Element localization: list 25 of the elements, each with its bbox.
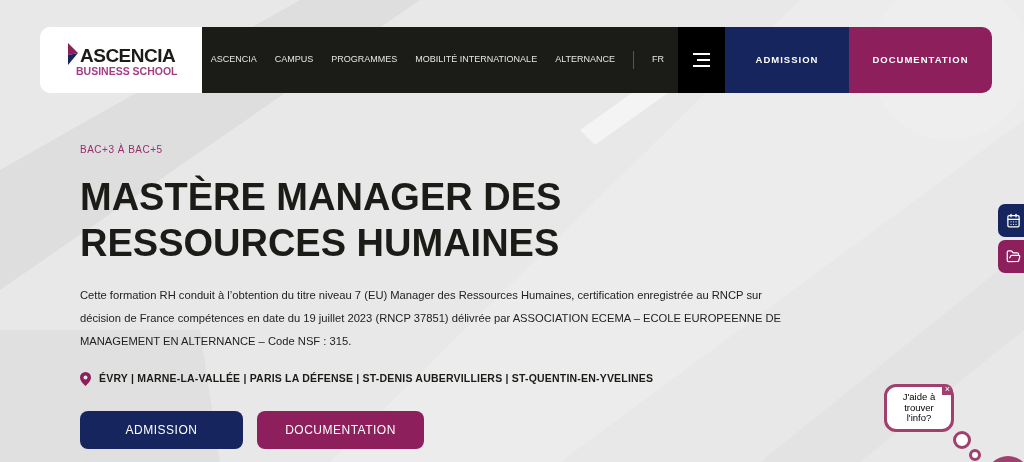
close-button[interactable]: × <box>942 384 953 395</box>
nav-link[interactable]: ASCENCIA <box>210 53 257 67</box>
nav-link[interactable]: PROGRAMMES <box>331 53 398 67</box>
page-title: MASTÈRE MANAGER DES <box>80 174 562 220</box>
description: Cette formation RH conduit à l’obtention du titre niveau 7 (EU) Manager des Ressources Humaines, certification enregistrée au RNCP sur décision de France compétences en date du 19 juillet 2023 (RNCP 37851) délivrée par ASSOCIATION ECEMA – ECOLE EUROPEENNE DE MANAGEMENT EN ALTERNANCE – Code NSF : 315. <box>80 288 782 349</box>
cta-button[interactable]: ADMISSION <box>80 410 243 449</box>
calendar-icon <box>1006 213 1021 228</box>
nav-link[interactable]: CAMPUS <box>274 53 314 67</box>
page-title: RESSOURCES HUMAINES <box>80 221 560 266</box>
menu-icon <box>693 53 710 67</box>
logo-subtitle: BUSINESS SCHOOL <box>76 65 179 77</box>
nav-link[interactable]: MOBILITÉ INTERNATIONALE <box>415 53 538 67</box>
butterfly-logo-icon <box>66 43 80 65</box>
location-pin-icon <box>80 371 91 386</box>
level-tag: BAC+3 À BAC+5 <box>80 142 1024 157</box>
campus-list: ÉVRY | MARNE-LA-VALLÉE | PARIS LA DÉFENSE | ST-DENIS AUBERVILLIERS | ST-QUENTIN-EN-YVELINES <box>99 371 654 387</box>
logo-name: ASCENCIA <box>80 46 176 65</box>
menu-button[interactable] <box>678 27 725 93</box>
header-button[interactable]: ADMISSION <box>725 27 849 93</box>
folder-icon <box>1006 249 1021 264</box>
header-button[interactable]: DOCUMENTATION <box>849 27 992 93</box>
chat-prompt: J'aide à trouver l'info? <box>901 392 937 424</box>
cta-button[interactable]: DOCUMENTATION <box>257 410 424 449</box>
nav-link[interactable]: ALTERNANCE <box>555 53 615 67</box>
language-link[interactable]: FR <box>652 53 664 67</box>
